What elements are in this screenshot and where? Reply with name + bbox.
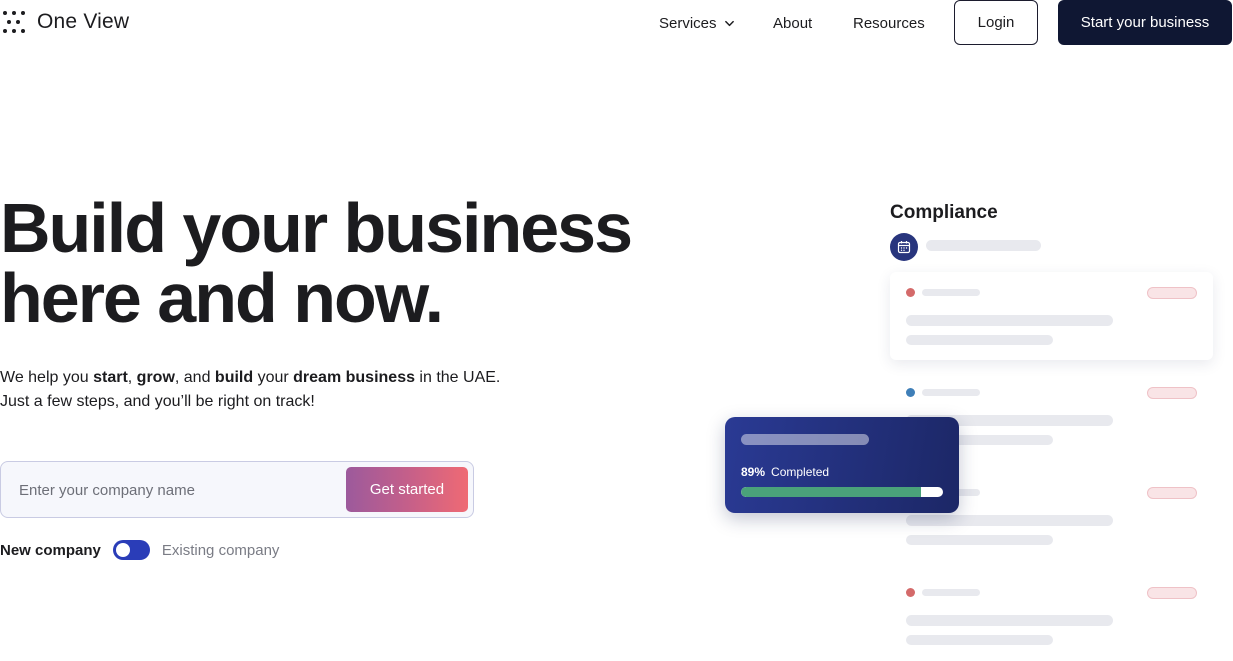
sub-text: in the UAE. — [414, 369, 501, 386]
skeleton-line — [741, 434, 869, 445]
skeleton-line — [906, 515, 1113, 526]
company-name-input[interactable] — [19, 478, 329, 502]
logo-dots-icon — [3, 11, 25, 33]
status-dot-red — [906, 288, 915, 297]
sub-text: , — [127, 369, 137, 386]
hero-title-line1: Build your business — [0, 189, 633, 267]
progress-label: 89% Completed — [741, 465, 829, 479]
progress-bar — [741, 487, 943, 497]
brand-name: One View — [37, 10, 130, 33]
progress-card: 89% Completed — [725, 417, 959, 513]
toggle-existing-label[interactable]: Existing company — [162, 542, 280, 559]
status-dot-red — [906, 588, 915, 597]
status-pill — [1147, 287, 1197, 299]
progress-percent: 89% — [741, 465, 766, 479]
sub-text: your — [253, 369, 294, 386]
skeleton-line — [922, 389, 980, 396]
toggle-knob — [115, 543, 130, 557]
status-dot-blue — [906, 388, 915, 397]
sub-bold-dream: dream business — [293, 369, 415, 386]
company-type-toggle[interactable] — [112, 540, 150, 560]
progress-status: Completed — [771, 465, 830, 479]
status-pill — [1147, 387, 1197, 399]
skeleton-line — [906, 615, 1113, 626]
skeleton-line — [922, 289, 980, 296]
skeleton-line — [906, 335, 1053, 345]
status-pill — [1147, 587, 1197, 599]
company-type-toggle-row: New company Existing company — [0, 540, 279, 560]
sub-text: We help you — [0, 369, 94, 386]
get-started-button[interactable]: Get started — [346, 467, 468, 512]
hero-title: Build your business here and now. — [0, 193, 700, 333]
login-button[interactable]: Login — [954, 0, 1038, 45]
skeleton-line — [906, 535, 1053, 545]
skeleton-line — [906, 635, 1053, 645]
sub-bold-build: build — [214, 369, 254, 386]
nav-services[interactable]: Services — [659, 15, 735, 32]
sub-text: , and — [174, 369, 215, 386]
progress-bar-fill — [741, 487, 921, 497]
sub-line2: Just a few steps, and you’ll be right on… — [0, 393, 315, 410]
nav-resources[interactable]: Resources — [853, 15, 925, 32]
compliance-title: Compliance — [890, 202, 998, 223]
hero-title-line2: here and now. — [0, 259, 444, 337]
nav-services-label: Services — [659, 15, 717, 32]
chevron-down-icon — [724, 20, 734, 27]
toggle-new-label[interactable]: New company — [0, 542, 101, 559]
company-form: Get started — [0, 461, 474, 518]
brand-logo[interactable]: One View — [3, 10, 129, 34]
sub-bold-start: start — [93, 369, 128, 386]
nav-about[interactable]: About — [773, 15, 812, 32]
sub-bold-grow: grow — [136, 369, 175, 386]
status-pill — [1147, 487, 1197, 499]
hero-subtitle: We help you start, grow, and build your … — [0, 366, 560, 414]
skeleton-line — [922, 589, 980, 596]
start-business-button[interactable]: Start your business — [1058, 0, 1232, 45]
calendar-icon — [890, 233, 918, 261]
skeleton-line — [906, 315, 1113, 326]
skeleton-line — [926, 240, 1041, 251]
